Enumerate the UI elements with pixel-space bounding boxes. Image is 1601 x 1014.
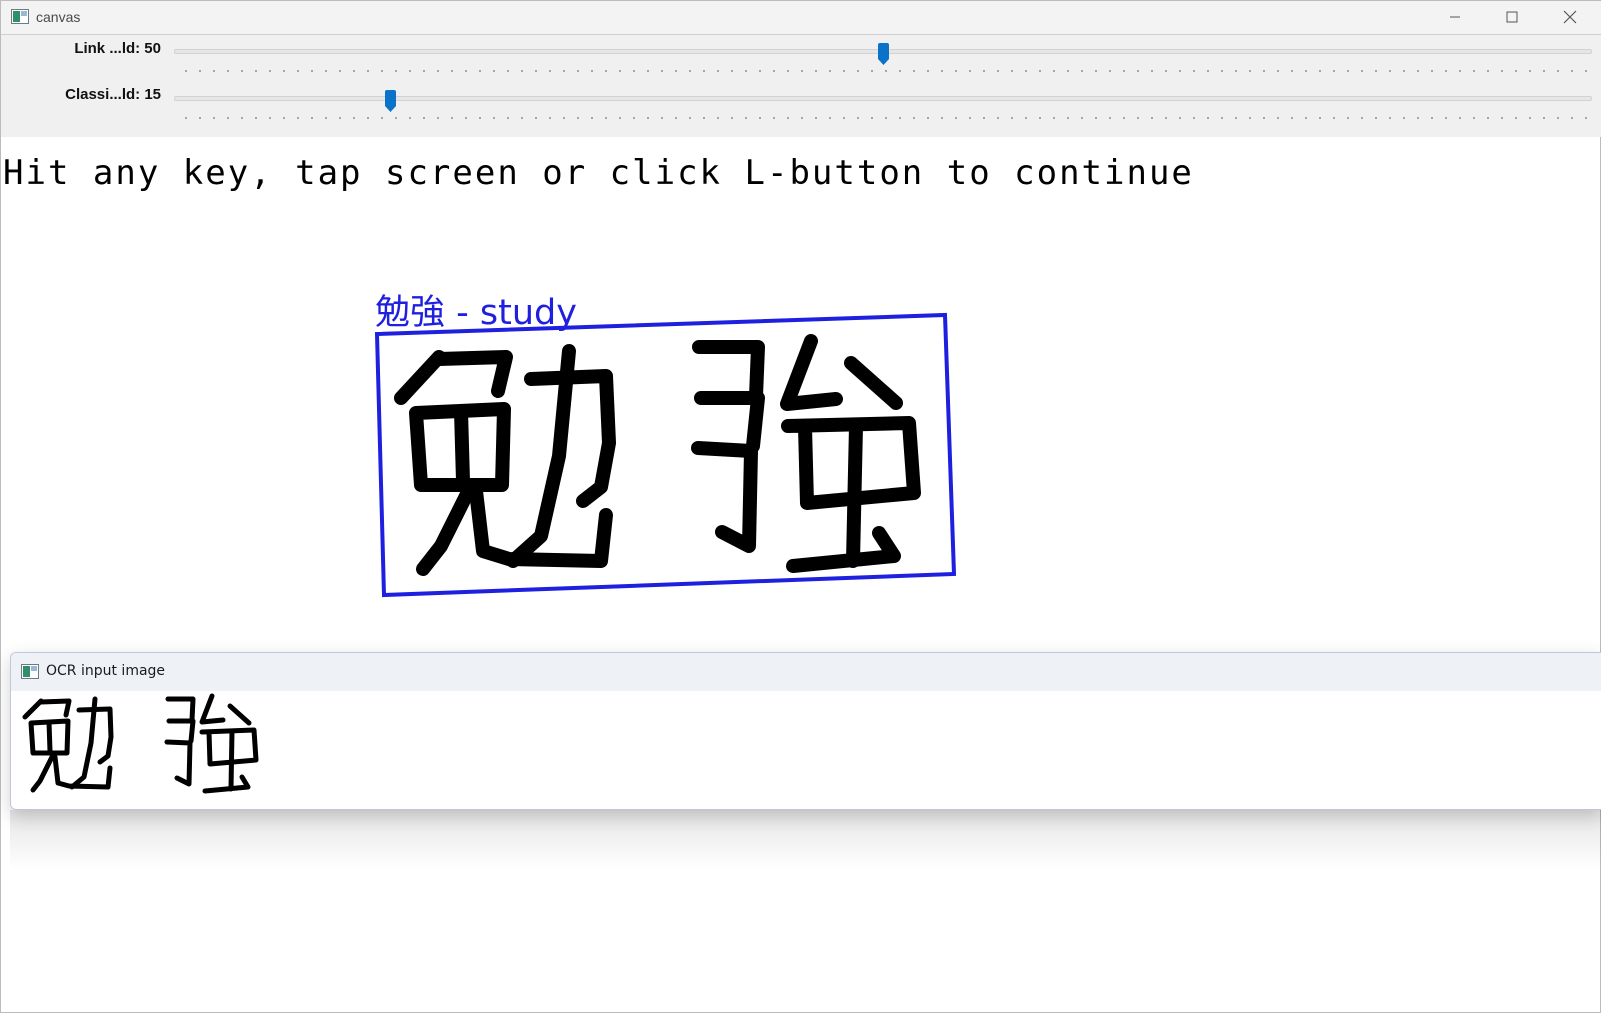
ocr-input-image	[22, 693, 259, 794]
ocr-glyph-kyou	[164, 693, 259, 794]
window-shadow	[10, 810, 1601, 870]
ocr-window-title: OCR input image	[46, 663, 166, 679]
ocr-input-window: OCR input image	[10, 652, 1601, 810]
ocr-glyph-ben	[22, 696, 114, 793]
handwritten-glyph-kyou	[691, 334, 921, 573]
handwritten-glyph-ben	[394, 344, 616, 576]
app-icon	[21, 664, 39, 679]
ocr-window-title-bar[interactable]: OCR input image	[11, 653, 1601, 691]
